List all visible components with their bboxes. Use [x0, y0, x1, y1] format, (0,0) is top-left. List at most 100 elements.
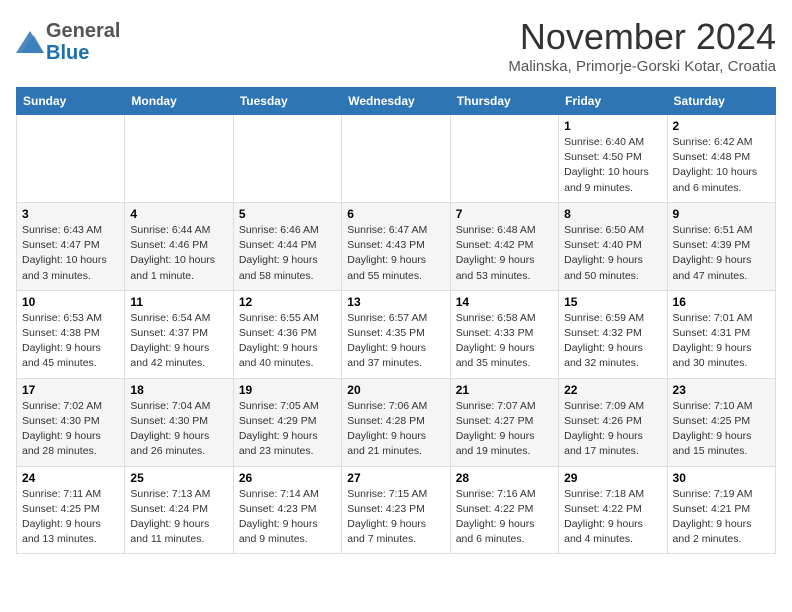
day-info: Sunrise: 6:51 AM Sunset: 4:39 PM Dayligh… — [673, 223, 770, 284]
day-info: Sunrise: 7:14 AM Sunset: 4:23 PM Dayligh… — [239, 487, 336, 548]
title-area: November 2024 Malinska, Primorje-Gorski … — [508, 16, 776, 75]
day-info: Sunrise: 7:19 AM Sunset: 4:21 PM Dayligh… — [673, 487, 770, 548]
day-number: 23 — [673, 383, 770, 397]
day-number: 13 — [347, 295, 444, 309]
day-info: Sunrise: 7:01 AM Sunset: 4:31 PM Dayligh… — [673, 311, 770, 372]
day-number: 2 — [673, 119, 770, 133]
day-cell: 8 Sunrise: 6:50 AM Sunset: 4:40 PM Daylig… — [559, 202, 667, 290]
day-info: Sunrise: 7:02 AM Sunset: 4:30 PM Dayligh… — [22, 399, 119, 460]
month-title: November 2024 — [508, 16, 776, 58]
day-cell: 17 Sunrise: 7:02 AM Sunset: 4:30 PM Dayli… — [17, 378, 125, 466]
day-cell: 13 Sunrise: 6:57 AM Sunset: 4:35 PM Dayli… — [342, 290, 450, 378]
day-info: Sunrise: 7:07 AM Sunset: 4:27 PM Dayligh… — [456, 399, 553, 460]
day-info: Sunrise: 7:04 AM Sunset: 4:30 PM Dayligh… — [130, 399, 227, 460]
week-row-4: 24 Sunrise: 7:11 AM Sunset: 4:25 PM Dayli… — [17, 466, 776, 554]
day-number: 4 — [130, 207, 227, 221]
day-cell — [125, 115, 233, 203]
day-cell: 30 Sunrise: 7:19 AM Sunset: 4:21 PM Dayli… — [667, 466, 775, 554]
day-cell: 15 Sunrise: 6:59 AM Sunset: 4:32 PM Dayli… — [559, 290, 667, 378]
logo-blue-text: Blue — [46, 42, 89, 64]
day-number: 9 — [673, 207, 770, 221]
day-info: Sunrise: 6:54 AM Sunset: 4:37 PM Dayligh… — [130, 311, 227, 372]
day-info: Sunrise: 7:15 AM Sunset: 4:23 PM Dayligh… — [347, 487, 444, 548]
week-row-2: 10Sunrise: 6:53 AM Sunset: 4:38 PM Dayli… — [17, 290, 776, 378]
day-number: 27 — [347, 471, 444, 485]
day-info: Sunrise: 7:13 AM Sunset: 4:24 PM Dayligh… — [130, 487, 227, 548]
day-number: 12 — [239, 295, 336, 309]
day-number: 5 — [239, 207, 336, 221]
day-number: 15 — [564, 295, 661, 309]
day-cell: 20 Sunrise: 7:06 AM Sunset: 4:28 PM Dayli… — [342, 378, 450, 466]
location-subtitle: Malinska, Primorje-Gorski Kotar, Croatia — [508, 58, 776, 75]
day-number: 30 — [673, 471, 770, 485]
day-cell: 1Sunrise: 6:40 AM Sunset: 4:50 PM Daylig… — [559, 115, 667, 203]
day-cell: 14 Sunrise: 6:58 AM Sunset: 4:33 PM Dayli… — [450, 290, 558, 378]
day-cell: 2 Sunrise: 6:42 AM Sunset: 4:48 PM Daylig… — [667, 115, 775, 203]
logo-general-text: General — [46, 20, 120, 42]
day-cell: 22Sunrise: 7:09 AM Sunset: 4:26 PM Dayli… — [559, 378, 667, 466]
day-info: Sunrise: 6:50 AM Sunset: 4:40 PM Dayligh… — [564, 223, 661, 284]
day-number: 22 — [564, 383, 661, 397]
col-header-friday: Friday — [559, 88, 667, 115]
day-info: Sunrise: 7:06 AM Sunset: 4:28 PM Dayligh… — [347, 399, 444, 460]
day-cell: 24 Sunrise: 7:11 AM Sunset: 4:25 PM Dayli… — [17, 466, 125, 554]
day-info: Sunrise: 7:16 AM Sunset: 4:22 PM Dayligh… — [456, 487, 553, 548]
day-cell: 27 Sunrise: 7:15 AM Sunset: 4:23 PM Dayli… — [342, 466, 450, 554]
day-info: Sunrise: 6:44 AM Sunset: 4:46 PM Dayligh… — [130, 223, 227, 284]
col-header-monday: Monday — [125, 88, 233, 115]
day-cell — [342, 115, 450, 203]
day-cell: 19Sunrise: 7:05 AM Sunset: 4:29 PM Dayli… — [233, 378, 341, 466]
day-cell: 3 Sunrise: 6:43 AM Sunset: 4:47 PM Daylig… — [17, 202, 125, 290]
week-row-3: 17 Sunrise: 7:02 AM Sunset: 4:30 PM Dayli… — [17, 378, 776, 466]
day-info: Sunrise: 6:58 AM Sunset: 4:33 PM Dayligh… — [456, 311, 553, 372]
day-cell: 12Sunrise: 6:55 AM Sunset: 4:36 PM Dayli… — [233, 290, 341, 378]
col-header-thursday: Thursday — [450, 88, 558, 115]
day-number: 20 — [347, 383, 444, 397]
day-info: Sunrise: 7:10 AM Sunset: 4:25 PM Dayligh… — [673, 399, 770, 460]
day-cell: 7Sunrise: 6:48 AM Sunset: 4:42 PM Daylig… — [450, 202, 558, 290]
day-info: Sunrise: 7:05 AM Sunset: 4:29 PM Dayligh… — [239, 399, 336, 460]
day-number: 14 — [456, 295, 553, 309]
day-info: Sunrise: 7:18 AM Sunset: 4:22 PM Dayligh… — [564, 487, 661, 548]
day-cell: 9 Sunrise: 6:51 AM Sunset: 4:39 PM Daylig… — [667, 202, 775, 290]
calendar-header-row: SundayMondayTuesdayWednesdayThursdayFrid… — [17, 88, 776, 115]
day-number: 16 — [673, 295, 770, 309]
day-cell — [450, 115, 558, 203]
day-info: Sunrise: 6:43 AM Sunset: 4:47 PM Dayligh… — [22, 223, 119, 284]
logo-icon — [16, 31, 44, 53]
day-number: 24 — [22, 471, 119, 485]
day-number: 18 — [130, 383, 227, 397]
day-cell: 5 Sunrise: 6:46 AM Sunset: 4:44 PM Daylig… — [233, 202, 341, 290]
day-cell: 18 Sunrise: 7:04 AM Sunset: 4:30 PM Dayli… — [125, 378, 233, 466]
day-cell: 26 Sunrise: 7:14 AM Sunset: 4:23 PM Dayli… — [233, 466, 341, 554]
day-number: 8 — [564, 207, 661, 221]
header: General Blue November 2024 Malinska, Pri… — [16, 16, 776, 75]
day-info: Sunrise: 6:46 AM Sunset: 4:44 PM Dayligh… — [239, 223, 336, 284]
day-cell: 4 Sunrise: 6:44 AM Sunset: 4:46 PM Daylig… — [125, 202, 233, 290]
day-info: Sunrise: 6:42 AM Sunset: 4:48 PM Dayligh… — [673, 135, 770, 196]
day-cell: 29Sunrise: 7:18 AM Sunset: 4:22 PM Dayli… — [559, 466, 667, 554]
day-number: 17 — [22, 383, 119, 397]
day-number: 26 — [239, 471, 336, 485]
day-info: Sunrise: 7:11 AM Sunset: 4:25 PM Dayligh… — [22, 487, 119, 548]
day-cell — [233, 115, 341, 203]
col-header-tuesday: Tuesday — [233, 88, 341, 115]
day-cell: 21Sunrise: 7:07 AM Sunset: 4:27 PM Dayli… — [450, 378, 558, 466]
day-cell: 16 Sunrise: 7:01 AM Sunset: 4:31 PM Dayli… — [667, 290, 775, 378]
day-number: 28 — [456, 471, 553, 485]
day-cell: 10Sunrise: 6:53 AM Sunset: 4:38 PM Dayli… — [17, 290, 125, 378]
day-info: Sunrise: 6:47 AM Sunset: 4:43 PM Dayligh… — [347, 223, 444, 284]
day-number: 11 — [130, 295, 227, 309]
logo: General Blue — [16, 20, 120, 64]
day-number: 3 — [22, 207, 119, 221]
day-number: 6 — [347, 207, 444, 221]
day-number: 10 — [22, 295, 119, 309]
col-header-sunday: Sunday — [17, 88, 125, 115]
day-number: 1 — [564, 119, 661, 133]
calendar-table: SundayMondayTuesdayWednesdayThursdayFrid… — [16, 87, 776, 554]
day-info: Sunrise: 6:59 AM Sunset: 4:32 PM Dayligh… — [564, 311, 661, 372]
day-cell — [17, 115, 125, 203]
day-info: Sunrise: 6:57 AM Sunset: 4:35 PM Dayligh… — [347, 311, 444, 372]
col-header-saturday: Saturday — [667, 88, 775, 115]
day-cell: 23 Sunrise: 7:10 AM Sunset: 4:25 PM Dayli… — [667, 378, 775, 466]
